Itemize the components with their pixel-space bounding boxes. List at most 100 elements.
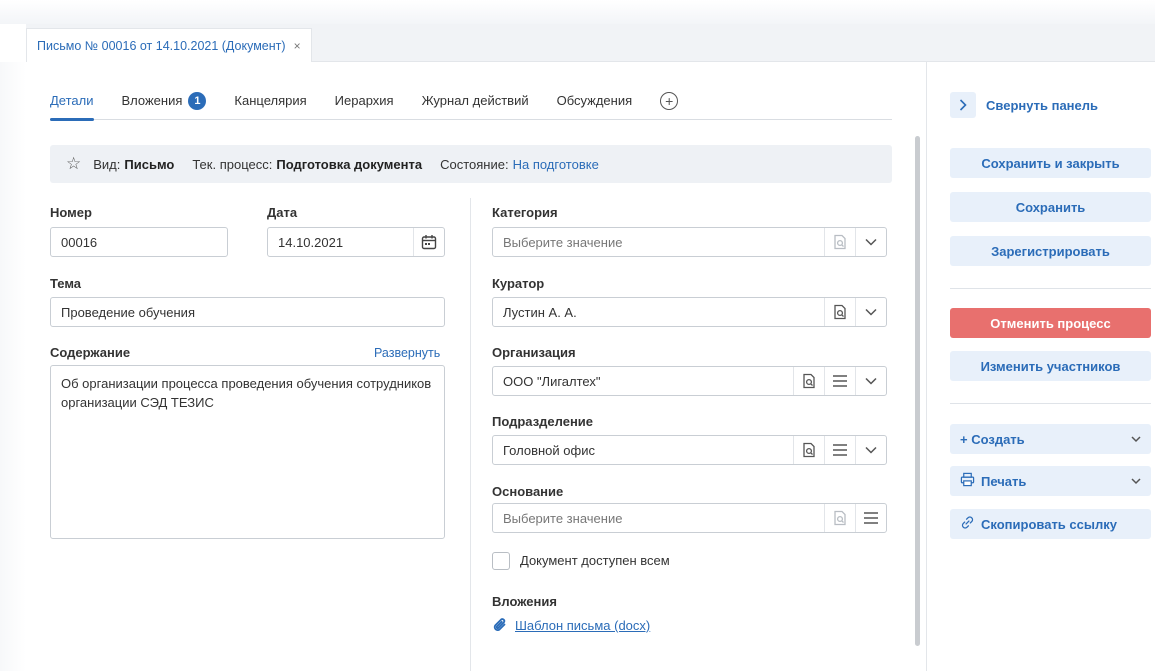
divider — [950, 288, 1151, 289]
cancel-process-label: Отменить процесс — [990, 315, 1111, 331]
star-icon[interactable]: ☆ — [66, 154, 81, 174]
actions-panel: Свернуть панель Сохранить и закрыть Сохр… — [926, 62, 1155, 671]
tab-details[interactable]: Детали — [50, 82, 94, 121]
lookup-icon[interactable] — [824, 504, 855, 532]
attachments-label: Вложения — [492, 594, 557, 609]
save-label: Сохранить — [1015, 199, 1086, 215]
document-info-bar: ☆ Вид: Письмо Тек. процесс: Подготовка д… — [50, 145, 892, 183]
tab-label: Канцелярия — [234, 93, 307, 108]
print-button[interactable]: Печать — [950, 466, 1151, 496]
date-field[interactable]: 14.10.2021 — [267, 227, 445, 257]
topic-field[interactable]: Проведение обучения — [50, 297, 445, 327]
document-tabstrip: Письмо № 00016 от 14.10.2021 (Документ) … — [26, 24, 1155, 62]
lookup-icon[interactable] — [824, 298, 855, 326]
close-icon[interactable]: × — [294, 39, 301, 53]
register-label: Зарегистрировать — [991, 243, 1110, 259]
list-icon[interactable] — [855, 504, 886, 532]
department-label: Подразделение — [492, 414, 594, 429]
category-field[interactable]: Выберите значение — [492, 227, 887, 257]
kind-label: Вид: — [93, 156, 121, 172]
tab-office[interactable]: Канцелярия — [234, 82, 306, 120]
tab-attachments[interactable]: Вложения 1 — [122, 82, 207, 120]
basis-placeholder: Выберите значение — [503, 510, 623, 526]
number-label: Номер — [50, 205, 92, 220]
content-textarea[interactable]: Об организации процесса проведения обуче… — [50, 365, 445, 539]
basis-field[interactable]: Выберите значение — [492, 503, 887, 533]
public-checkbox[interactable] — [492, 552, 510, 570]
change-participants-button[interactable]: Изменить участников — [950, 351, 1151, 381]
chevron-down-icon — [1131, 432, 1141, 446]
curator-label: Куратор — [492, 276, 545, 291]
department-field[interactable]: Головной офис — [492, 435, 887, 465]
category-placeholder: Выберите значение — [503, 234, 623, 250]
scrollbar[interactable] — [915, 136, 920, 646]
number-field[interactable]: 00016 — [50, 227, 228, 257]
organization-value: ООО "Лигалтех" — [503, 373, 601, 389]
curator-field[interactable]: Лустин А. А. — [492, 297, 887, 327]
left-gutter — [0, 62, 26, 671]
save-close-button[interactable]: Сохранить и закрыть — [950, 148, 1151, 178]
topic-label: Тема — [50, 276, 82, 291]
lookup-icon[interactable] — [793, 436, 824, 464]
chevron-down-icon[interactable] — [855, 228, 886, 256]
print-label: Печать — [981, 473, 1027, 489]
kind-value: Письмо — [124, 156, 175, 172]
change-participants-label: Изменить участников — [980, 358, 1121, 374]
process-value: Подготовка документа — [276, 156, 423, 172]
register-button[interactable]: Зарегистрировать — [950, 236, 1151, 266]
chevron-down-icon[interactable] — [855, 436, 886, 464]
tab-label: Иерархия — [334, 93, 394, 108]
plus-circle-icon: + — [660, 91, 679, 110]
document-main: Детали Вложения 1 Канцелярия Иерархия Жур… — [26, 62, 926, 671]
tab-discussions[interactable]: Обсуждения — [557, 82, 633, 120]
date-label: Дата — [267, 205, 298, 220]
paperclip-icon — [492, 617, 508, 636]
curator-value: Лустин А. А. — [503, 304, 577, 320]
expand-link[interactable]: Развернуть — [374, 346, 440, 360]
organization-label: Организация — [492, 345, 576, 360]
calendar-icon[interactable] — [413, 228, 444, 256]
date-value: 14.10.2021 — [278, 234, 344, 250]
chevron-down-icon[interactable] — [855, 298, 886, 326]
add-tab-button[interactable]: + — [660, 82, 679, 120]
state-label: Состояние: — [440, 156, 509, 172]
chevron-down-icon — [1131, 474, 1141, 488]
number-value: 00016 — [61, 234, 98, 250]
list-icon[interactable] — [824, 436, 855, 464]
public-checkbox-label[interactable]: Документ доступен всем — [520, 553, 670, 568]
tab-action-log[interactable]: Журнал действий — [422, 82, 529, 120]
link-icon — [960, 515, 975, 533]
create-button[interactable]: + Создать — [950, 424, 1151, 454]
list-icon[interactable] — [824, 367, 855, 395]
process-label: Тек. процесс: — [192, 156, 273, 172]
cancel-process-button[interactable]: Отменить процесс — [950, 308, 1151, 338]
tab-label: Детали — [50, 93, 94, 108]
content-value: Об организации процесса проведения обуче… — [61, 376, 432, 410]
state-value: На подготовке — [512, 156, 599, 172]
create-label: + Создать — [960, 431, 1025, 447]
lookup-icon[interactable] — [793, 367, 824, 395]
tab-hierarchy[interactable]: Иерархия — [335, 82, 394, 120]
copy-link-label: Скопировать ссылку — [981, 516, 1117, 532]
chevron-down-icon[interactable] — [855, 367, 886, 395]
document-tab-title[interactable]: Письмо № 00016 от 14.10.2021 (Документ) — [37, 39, 286, 53]
tab-label: Вложения — [121, 93, 183, 108]
save-button[interactable]: Сохранить — [950, 192, 1151, 222]
organization-field[interactable]: ООО "Лигалтех" — [492, 366, 887, 396]
content-label: Содержание — [50, 345, 131, 360]
lookup-icon[interactable] — [824, 228, 855, 256]
chevron-right-icon — [950, 92, 976, 118]
basis-label: Основание — [492, 484, 564, 499]
column-divider — [470, 198, 471, 671]
document-tab[interactable]: Письмо № 00016 от 14.10.2021 (Документ) … — [26, 28, 312, 62]
copy-link-button[interactable]: Скопировать ссылку — [950, 509, 1151, 539]
detail-tabs: Детали Вложения 1 Канцелярия Иерархия Жур… — [50, 82, 892, 121]
attachment-link[interactable]: Шаблон письма (docx) — [515, 618, 650, 633]
department-value: Головной офис — [503, 442, 595, 458]
tab-label: Обсуждения — [556, 93, 633, 108]
topic-value: Проведение обучения — [61, 304, 195, 320]
save-close-label: Сохранить и закрыть — [981, 155, 1120, 171]
collapse-panel-button[interactable]: Свернуть панель — [950, 92, 1098, 118]
tab-label: Журнал действий — [421, 93, 529, 108]
collapse-panel-label: Свернуть панель — [986, 97, 1099, 113]
